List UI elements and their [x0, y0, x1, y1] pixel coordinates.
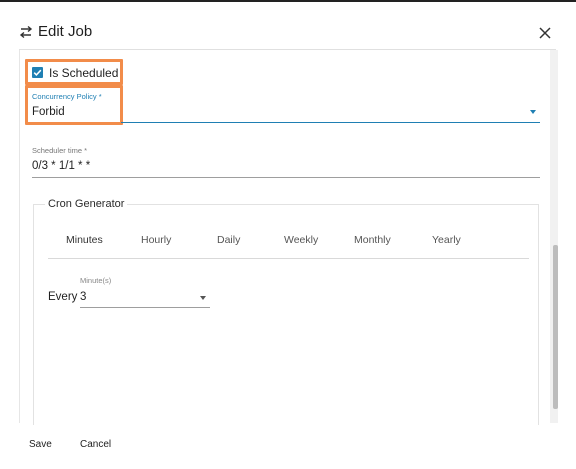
chevron-down-icon[interactable] [530, 110, 536, 114]
scrollbar-thumb[interactable] [553, 245, 558, 409]
cron-generator-legend: Cron Generator [45, 198, 128, 210]
close-icon[interactable] [539, 27, 551, 39]
minutes-field-label: Minute(s) [80, 276, 112, 285]
tab-weekly[interactable]: Weekly [284, 234, 318, 246]
scheduler-time-input[interactable]: 0/3 * 1/1 * * [32, 160, 90, 172]
swap-icon [19, 25, 33, 39]
concurrency-policy-underline [121, 122, 540, 123]
tab-monthly[interactable]: Monthly [354, 234, 391, 246]
tab-minutes[interactable]: Minutes [66, 234, 103, 246]
tab-hourly[interactable]: Hourly [141, 234, 171, 246]
scheduler-time-label: Scheduler time * [32, 146, 88, 155]
concurrency-policy-select[interactable]: Forbid [32, 106, 65, 118]
minutes-select-underline [80, 307, 210, 308]
chevron-down-icon[interactable] [200, 296, 206, 300]
highlight-box-concurrency-policy [25, 85, 123, 125]
tabs-divider [48, 258, 529, 259]
every-label: Every [48, 291, 78, 303]
is-scheduled-checkbox[interactable] [32, 67, 43, 78]
dialog-title: Edit Job [38, 23, 93, 40]
scheduler-time-underline [32, 177, 540, 178]
tab-daily[interactable]: Daily [217, 234, 240, 246]
save-button[interactable]: Save [29, 439, 52, 450]
minutes-select[interactable]: 3 [80, 291, 86, 303]
dialog-header: Edit Job [0, 2, 576, 50]
is-scheduled-label: Is Scheduled [49, 66, 119, 80]
concurrency-policy-label: Concurrency Policy * [32, 92, 102, 101]
cancel-button[interactable]: Cancel [80, 439, 111, 450]
check-icon [33, 69, 42, 76]
tab-yearly[interactable]: Yearly [432, 234, 461, 246]
